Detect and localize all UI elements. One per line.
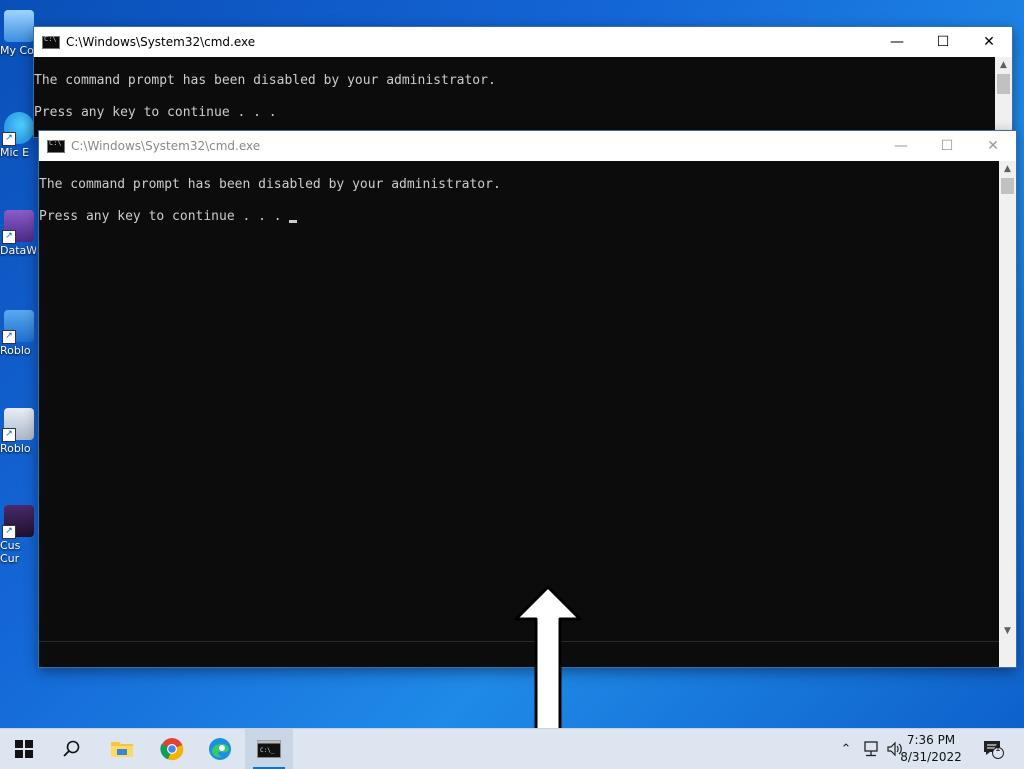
minimize-button[interactable]: — [874, 27, 920, 57]
search-button[interactable] [48, 729, 96, 769]
console-line: The command prompt has been disabled by … [34, 73, 496, 88]
maximize-button[interactable]: ☐ [924, 131, 970, 161]
console-prompt-line: Press any key to continue . . . [39, 209, 999, 225]
clock-time: 7:36 PM [906, 733, 956, 747]
scrollbar-thumb[interactable] [997, 74, 1010, 94]
shortcut-arrow-icon: ↗ [2, 428, 16, 442]
console-output[interactable]: The command prompt has been disabled by … [34, 73, 995, 137]
cmd-app-icon [42, 35, 60, 49]
desktop-icon-my-computer[interactable]: My Co [0, 10, 36, 57]
scroll-up-arrow-icon[interactable]: ▲ [995, 57, 1012, 74]
cmd-app-icon [47, 139, 65, 153]
custom-cursor-icon: ↗ [2, 505, 34, 539]
vertical-scrollbar[interactable]: ▲ [995, 57, 1012, 137]
console-line: The command prompt has been disabled by … [39, 177, 501, 192]
taskbar-clock[interactable]: 7:36 PM 8/31/2022 [896, 732, 966, 766]
file-explorer-button[interactable] [98, 729, 146, 769]
roblox-studio-icon: ↗ [2, 408, 34, 442]
shortcut-arrow-icon: ↗ [2, 525, 16, 539]
chrome-button[interactable] [148, 729, 196, 769]
desktop-icon-microsoft-edge[interactable]: ↗ Mic E [0, 112, 36, 159]
desktop-icon-label: Roblo [0, 344, 31, 357]
file-explorer-icon [111, 742, 133, 757]
svg-text:C:\_: C:\_ [260, 747, 275, 754]
show-hidden-icons-button[interactable]: ⌃ [836, 729, 856, 769]
dataw-icon: ↗ [2, 210, 34, 244]
edge-icon [209, 738, 231, 760]
close-button[interactable]: ✕ [966, 27, 1012, 57]
desktop-icon-label: My Co [0, 44, 34, 57]
scrollbar-thumb[interactable] [1001, 178, 1014, 194]
edge-button[interactable] [196, 729, 244, 769]
scroll-up-arrow-icon[interactable]: ▲ [999, 161, 1016, 178]
text-cursor [289, 220, 298, 223]
window-title: C:\Windows\System32\cmd.exe [71, 139, 261, 153]
shortcut-arrow-icon: ↗ [2, 230, 16, 244]
window-title: C:\Windows\System32\cmd.exe [66, 35, 256, 49]
cmd-window-back[interactable]: C:\Windows\System32\cmd.exe — ☐ ✕ The co… [34, 27, 1012, 137]
scroll-down-arrow-icon[interactable]: ▼ [999, 623, 1016, 640]
desktop-icon-label: DataW [0, 244, 36, 257]
shortcut-arrow-icon: ↗ [2, 132, 16, 146]
title-bar[interactable]: C:\Windows\System32\cmd.exe — ☐ ✕ [34, 27, 1012, 57]
maximize-button[interactable]: ☐ [920, 27, 966, 57]
desktop-icon-label: Cus Cur [0, 539, 21, 565]
notification-center-button[interactable]: 1 [978, 729, 1008, 769]
scrollbar-corner [999, 641, 1016, 667]
console-line: Press any key to continue . . . [39, 209, 290, 224]
desktop-icon-label: Roblo [0, 442, 31, 455]
desktop-icon-label: Mic E [0, 146, 30, 159]
vertical-scrollbar[interactable]: ▲ ▼ [999, 161, 1016, 667]
roblox-icon: ↗ [2, 310, 34, 344]
network-glyph-icon [864, 741, 878, 757]
desktop-icon-custom-cursor[interactable]: ↗ Cus Cur [0, 505, 36, 565]
network-icon[interactable] [860, 729, 882, 769]
clock-date: 8/31/2022 [900, 750, 962, 764]
minimize-button[interactable]: — [878, 131, 924, 161]
start-button[interactable] [0, 729, 48, 769]
desktop-icon-roblox-player[interactable]: ↗ Roblo [0, 310, 36, 357]
desktop-icon-roblox-studio[interactable]: ↗ Roblo [0, 408, 36, 455]
title-bar[interactable]: C:\Windows\System32\cmd.exe — ☐ ✕ [39, 131, 1016, 161]
cmd-taskbar-button[interactable]: C:\_ [245, 729, 293, 769]
chrome-icon [160, 738, 184, 761]
search-icon [63, 740, 80, 757]
console-line: Press any key to continue . . . [34, 105, 277, 120]
windows-logo-icon [15, 740, 33, 758]
shortcut-arrow-icon: ↗ [2, 330, 16, 344]
cmd-icon: C:\_ [257, 740, 281, 758]
taskbar: C:\_ ⌃ 7:36 PM 8/31/2022 1 [0, 728, 1024, 769]
computer-icon [4, 10, 34, 42]
edge-shortcut-icon: ↗ [2, 112, 34, 146]
desktop-icon-dataw[interactable]: ↗ DataW [0, 210, 36, 257]
notification-count-badge: 1 [995, 744, 1001, 754]
close-button[interactable]: ✕ [970, 131, 1016, 161]
